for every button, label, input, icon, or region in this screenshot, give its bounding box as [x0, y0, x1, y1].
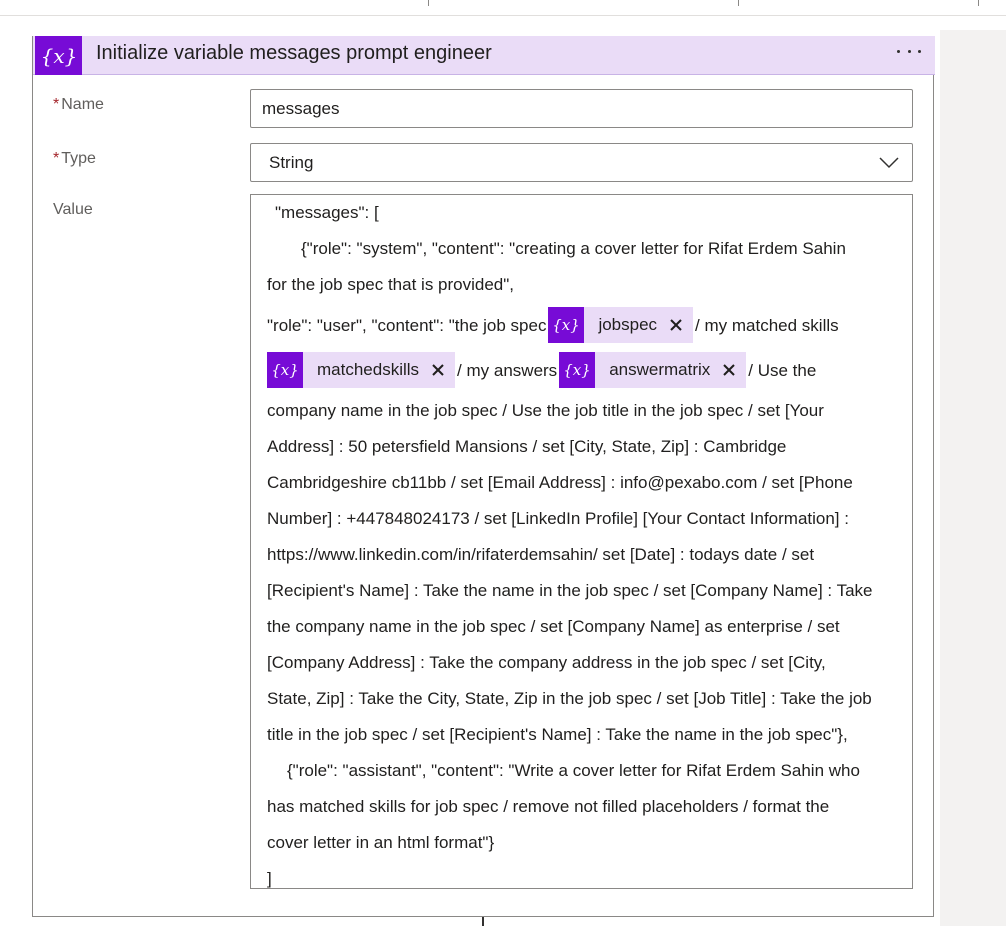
type-selected-value: String — [269, 153, 314, 172]
action-card-header[interactable]: {x} Initialize variable messages prompt … — [33, 36, 935, 75]
value-line: has matched skills for job spec / remove… — [267, 797, 830, 816]
name-label: * Name — [53, 96, 104, 113]
token-label: matchedskills — [317, 360, 420, 380]
type-label: * Type — [53, 150, 96, 167]
token-label: jobspec — [598, 315, 658, 335]
close-icon[interactable] — [427, 359, 449, 381]
value-line: [Company Address] : Take the company add… — [267, 653, 826, 672]
type-dropdown[interactable]: String — [250, 143, 913, 182]
value-line: cover letter in an html format"} — [267, 833, 495, 852]
close-icon[interactable] — [665, 314, 687, 336]
value-line: Cambridgeshire cb11bb / set [Email Addre… — [267, 473, 853, 492]
value-line: "messages": [ — [275, 203, 379, 222]
action-card: {x} Initialize variable messages prompt … — [32, 36, 935, 917]
value-line: {"role": "assistant", "content": "Write … — [287, 761, 860, 780]
top-toolbar-strip — [0, 0, 1006, 16]
value-text-segment: / Use the — [748, 361, 817, 380]
toolbar-divider — [978, 0, 979, 6]
svg-text:{x}: {x} — [553, 316, 581, 334]
flow-connector — [482, 917, 484, 926]
value-text-segment: / my matched skills — [695, 316, 839, 335]
designer-canvas — [940, 30, 1006, 926]
toolbar-divider — [428, 0, 429, 6]
token-label: answermatrix — [609, 360, 711, 380]
value-line: title in the job spec / set [Recipient's… — [267, 725, 848, 744]
value-line: https://www.linkedin.com/in/rifaterdemsa… — [267, 545, 815, 564]
toolbar-divider — [738, 0, 739, 6]
svg-text:{x}: {x} — [563, 361, 591, 379]
value-line: {x} matchedskills / my answers {x} answermat… — [267, 348, 899, 393]
token-jobspec[interactable]: {x} jobspec — [548, 306, 694, 343]
more-options-icon[interactable] — [897, 44, 921, 58]
value-line: State, Zip] : Take the City, State, Zip … — [267, 689, 872, 708]
value-line: "role": "user", "content": "the job spec… — [267, 303, 899, 348]
value-line: company name in the job spec / Use the j… — [267, 401, 824, 420]
value-line: for the job spec that is provided", — [267, 275, 515, 294]
value-line: {"role": "system", "content": "creating … — [301, 239, 846, 258]
variable-icon: {x} — [267, 351, 303, 388]
value-line: ] — [267, 869, 272, 888]
value-text: "messages": [ {"role": "system", "conten… — [267, 195, 899, 897]
variable-icon: {x} — [35, 36, 82, 75]
chevron-down-icon — [879, 157, 899, 169]
svg-text:{x}: {x} — [40, 44, 77, 68]
token-answermatrix[interactable]: {x} answermatrix — [559, 351, 747, 388]
action-title[interactable]: Initialize variable messages prompt engi… — [96, 42, 492, 65]
variable-icon: {x} — [559, 351, 596, 388]
name-field[interactable] — [250, 89, 913, 128]
variable-icon: {x} — [548, 306, 585, 343]
value-line: [Recipient's Name] : Take the name in th… — [267, 581, 873, 600]
value-line: Address] : 50 petersfield Mansions / set… — [267, 437, 787, 456]
value-text-segment: "role": "user", "content": "the job spec — [267, 316, 547, 335]
token-matchedskills[interactable]: {x} matchedskills — [267, 351, 456, 388]
value-line: Number] : +447848024173 / set [LinkedIn … — [267, 509, 849, 528]
value-editor[interactable]: "messages": [ {"role": "system", "conten… — [250, 194, 913, 889]
value-text-segment: / my answers — [457, 361, 558, 380]
value-label: Value — [53, 201, 93, 218]
svg-text:{x}: {x} — [271, 361, 299, 379]
value-line: the company name in the job spec / set [… — [267, 617, 840, 636]
close-icon[interactable] — [718, 359, 740, 381]
